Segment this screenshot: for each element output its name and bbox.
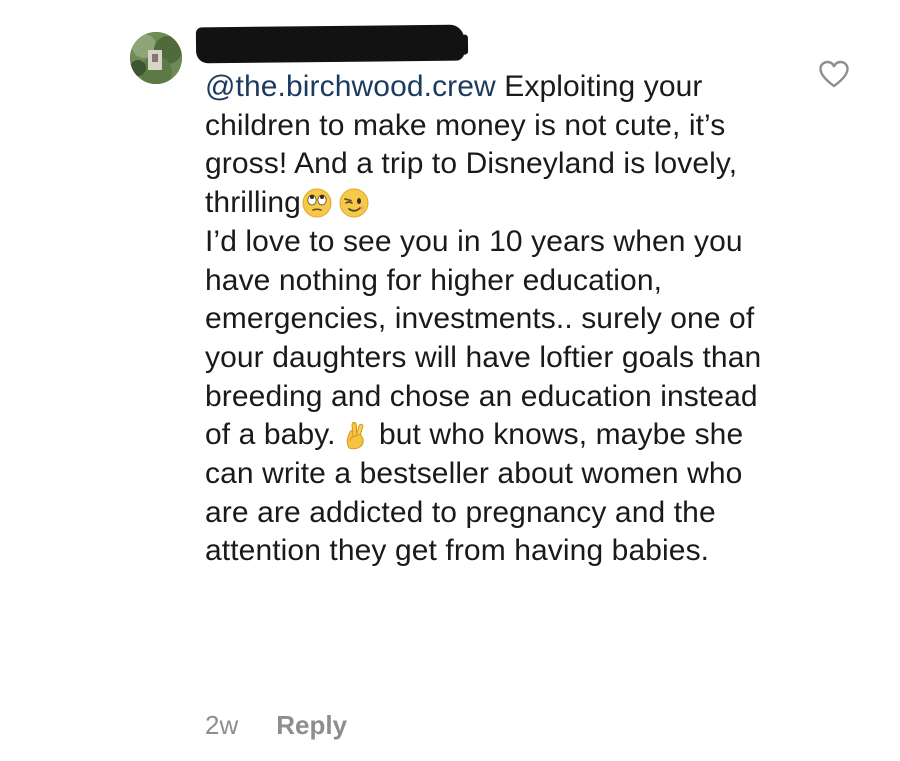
mention-link[interactable]: @the.birchwood.crew <box>205 70 496 103</box>
redacted-username <box>195 24 465 64</box>
like-heart-icon[interactable] <box>818 60 850 88</box>
comment-meta: 2w Reply <box>205 708 347 742</box>
comment-text: @the.birchwood.crew Exploiting your chil… <box>205 68 785 571</box>
comment-timestamp: 2w <box>205 710 239 740</box>
eye-roll-emoji-icon <box>302 188 332 218</box>
crossed-fingers-emoji-icon <box>340 420 370 450</box>
comment-item: @the.birchwood.crew Exploiting your chil… <box>0 0 900 761</box>
avatar[interactable] <box>130 32 182 84</box>
reply-button[interactable]: Reply <box>276 710 347 740</box>
wink-emoji-icon <box>339 188 369 218</box>
